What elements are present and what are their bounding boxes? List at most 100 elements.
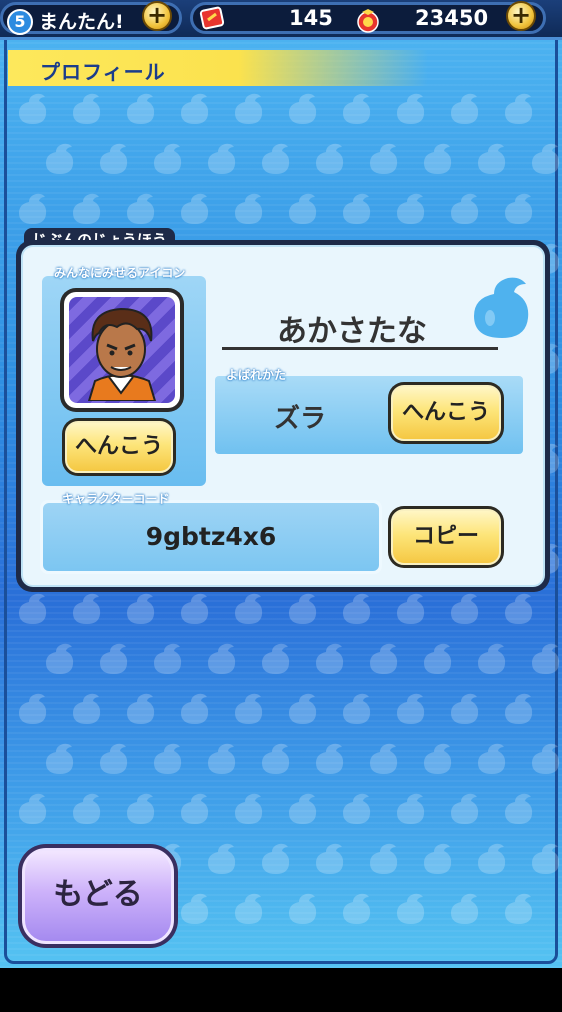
background-blob-icon bbox=[289, 93, 317, 124]
character-portrait-icon bbox=[87, 307, 157, 402]
copy-button-label: コピー bbox=[391, 509, 501, 565]
background-blob-icon bbox=[343, 793, 371, 824]
page-title: プロフィール bbox=[40, 60, 166, 84]
background-blob-icon bbox=[73, 693, 101, 724]
background-blob-icon bbox=[181, 893, 209, 924]
background-blob-icon bbox=[451, 793, 479, 824]
background-blob-icon bbox=[19, 793, 47, 824]
background-blob-icon bbox=[235, 593, 263, 624]
background-blob-icon bbox=[46, 743, 74, 774]
background-blob-icon bbox=[73, 93, 101, 124]
background-blob-icon bbox=[316, 843, 344, 874]
background-blob-icon bbox=[262, 843, 290, 874]
background-blob-icon bbox=[505, 93, 533, 124]
difficulty-plus-button[interactable]: + bbox=[142, 1, 172, 31]
icon-change-button[interactable]: へんこう bbox=[62, 418, 176, 476]
background-blob-icon bbox=[208, 743, 236, 774]
background-blob-icon bbox=[19, 693, 47, 724]
background-blob-icon bbox=[262, 143, 290, 174]
background-blob-icon bbox=[316, 743, 344, 774]
background-blob-icon bbox=[424, 143, 452, 174]
background-blob-icon bbox=[73, 593, 101, 624]
background-blob-icon bbox=[451, 893, 479, 924]
background-blob-icon bbox=[532, 143, 560, 174]
title-value: ズラ bbox=[273, 404, 326, 434]
background-blob-icon bbox=[505, 593, 533, 624]
avatar-portrait bbox=[69, 297, 175, 403]
background-blob-icon bbox=[532, 843, 560, 874]
background-blob-icon bbox=[289, 793, 317, 824]
background-blob-icon bbox=[532, 643, 560, 674]
background-blob-icon bbox=[397, 793, 425, 824]
currency-pill: 145 23450 bbox=[190, 2, 546, 34]
background-blob-icon bbox=[73, 793, 101, 824]
top-status-bar: 5 まんたん! + 145 23450 + bbox=[0, 0, 562, 40]
background-blob-icon bbox=[181, 93, 209, 124]
background-blob-icon bbox=[19, 593, 47, 624]
background-blob-icon bbox=[478, 843, 506, 874]
ticket-icon bbox=[199, 6, 225, 30]
background-blob-icon bbox=[262, 743, 290, 774]
avatar bbox=[60, 288, 184, 412]
background-blob-icon bbox=[397, 93, 425, 124]
background-blob-icon bbox=[424, 743, 452, 774]
background-blob-icon bbox=[343, 593, 371, 624]
background-blob-icon bbox=[370, 143, 398, 174]
background-blob-icon bbox=[343, 693, 371, 724]
background-blob-icon bbox=[505, 893, 533, 924]
background-blob-icon bbox=[370, 643, 398, 674]
title-change-button[interactable]: へんこう bbox=[388, 382, 504, 444]
back-button[interactable]: もどる bbox=[18, 844, 178, 948]
background-blob-icon bbox=[505, 793, 533, 824]
background-blob-icon bbox=[208, 643, 236, 674]
background-blob-icon bbox=[154, 743, 182, 774]
background-blob-icon bbox=[451, 693, 479, 724]
title-label: よばれかた bbox=[226, 368, 287, 382]
background-blob-icon bbox=[127, 593, 155, 624]
back-button-label: もどる bbox=[22, 848, 174, 944]
background-blob-icon bbox=[262, 643, 290, 674]
background-blob-icon bbox=[235, 793, 263, 824]
background-blob-icon bbox=[289, 893, 317, 924]
background-blob-icon bbox=[505, 693, 533, 724]
difficulty-label: まんたん! bbox=[39, 11, 124, 33]
header-banner: プロフィール bbox=[8, 50, 428, 86]
background-blob-icon bbox=[397, 193, 425, 224]
background-blob-icon bbox=[289, 193, 317, 224]
character-code-box[interactable]: 9gbtz4x6 bbox=[40, 500, 382, 574]
copy-button[interactable]: コピー bbox=[388, 506, 504, 568]
money-amount: 23450 bbox=[415, 6, 489, 30]
background-blob-icon bbox=[19, 93, 47, 124]
background-blob-icon bbox=[478, 643, 506, 674]
money-plus-button[interactable]: + bbox=[506, 1, 536, 31]
background-blob-icon bbox=[73, 193, 101, 224]
background-blob-icon bbox=[397, 693, 425, 724]
background-blob-icon bbox=[451, 193, 479, 224]
background-blob-icon bbox=[127, 793, 155, 824]
background-blob-icon bbox=[424, 843, 452, 874]
game-screen: プロフィール じぶんのじょうほう みんなにみせるアイコン bbox=[0, 0, 562, 968]
background-blob-icon bbox=[100, 643, 128, 674]
level-badge: 5 bbox=[7, 9, 33, 35]
background-blob-icon bbox=[100, 143, 128, 174]
background-blob-icon bbox=[451, 593, 479, 624]
icon-change-button-label: へんこう bbox=[65, 421, 173, 473]
background-blob-icon bbox=[532, 743, 560, 774]
background-blob-icon bbox=[397, 893, 425, 924]
background-blob-icon bbox=[235, 93, 263, 124]
player-name: あかさたな bbox=[277, 314, 427, 349]
background-blob-icon bbox=[127, 93, 155, 124]
background-blob-icon bbox=[316, 143, 344, 174]
background-blob-icon bbox=[154, 143, 182, 174]
name-underline bbox=[222, 347, 498, 350]
background-blob-icon bbox=[127, 193, 155, 224]
background-blob-icon bbox=[19, 193, 47, 224]
background-blob-icon bbox=[100, 743, 128, 774]
background-blob-icon bbox=[235, 693, 263, 724]
background-blob-icon bbox=[289, 593, 317, 624]
background-blob-icon bbox=[235, 893, 263, 924]
background-blob-icon bbox=[316, 643, 344, 674]
background-blob-icon bbox=[343, 193, 371, 224]
code-label: キャラクターコード bbox=[62, 492, 170, 506]
soul-icon bbox=[474, 277, 529, 338]
